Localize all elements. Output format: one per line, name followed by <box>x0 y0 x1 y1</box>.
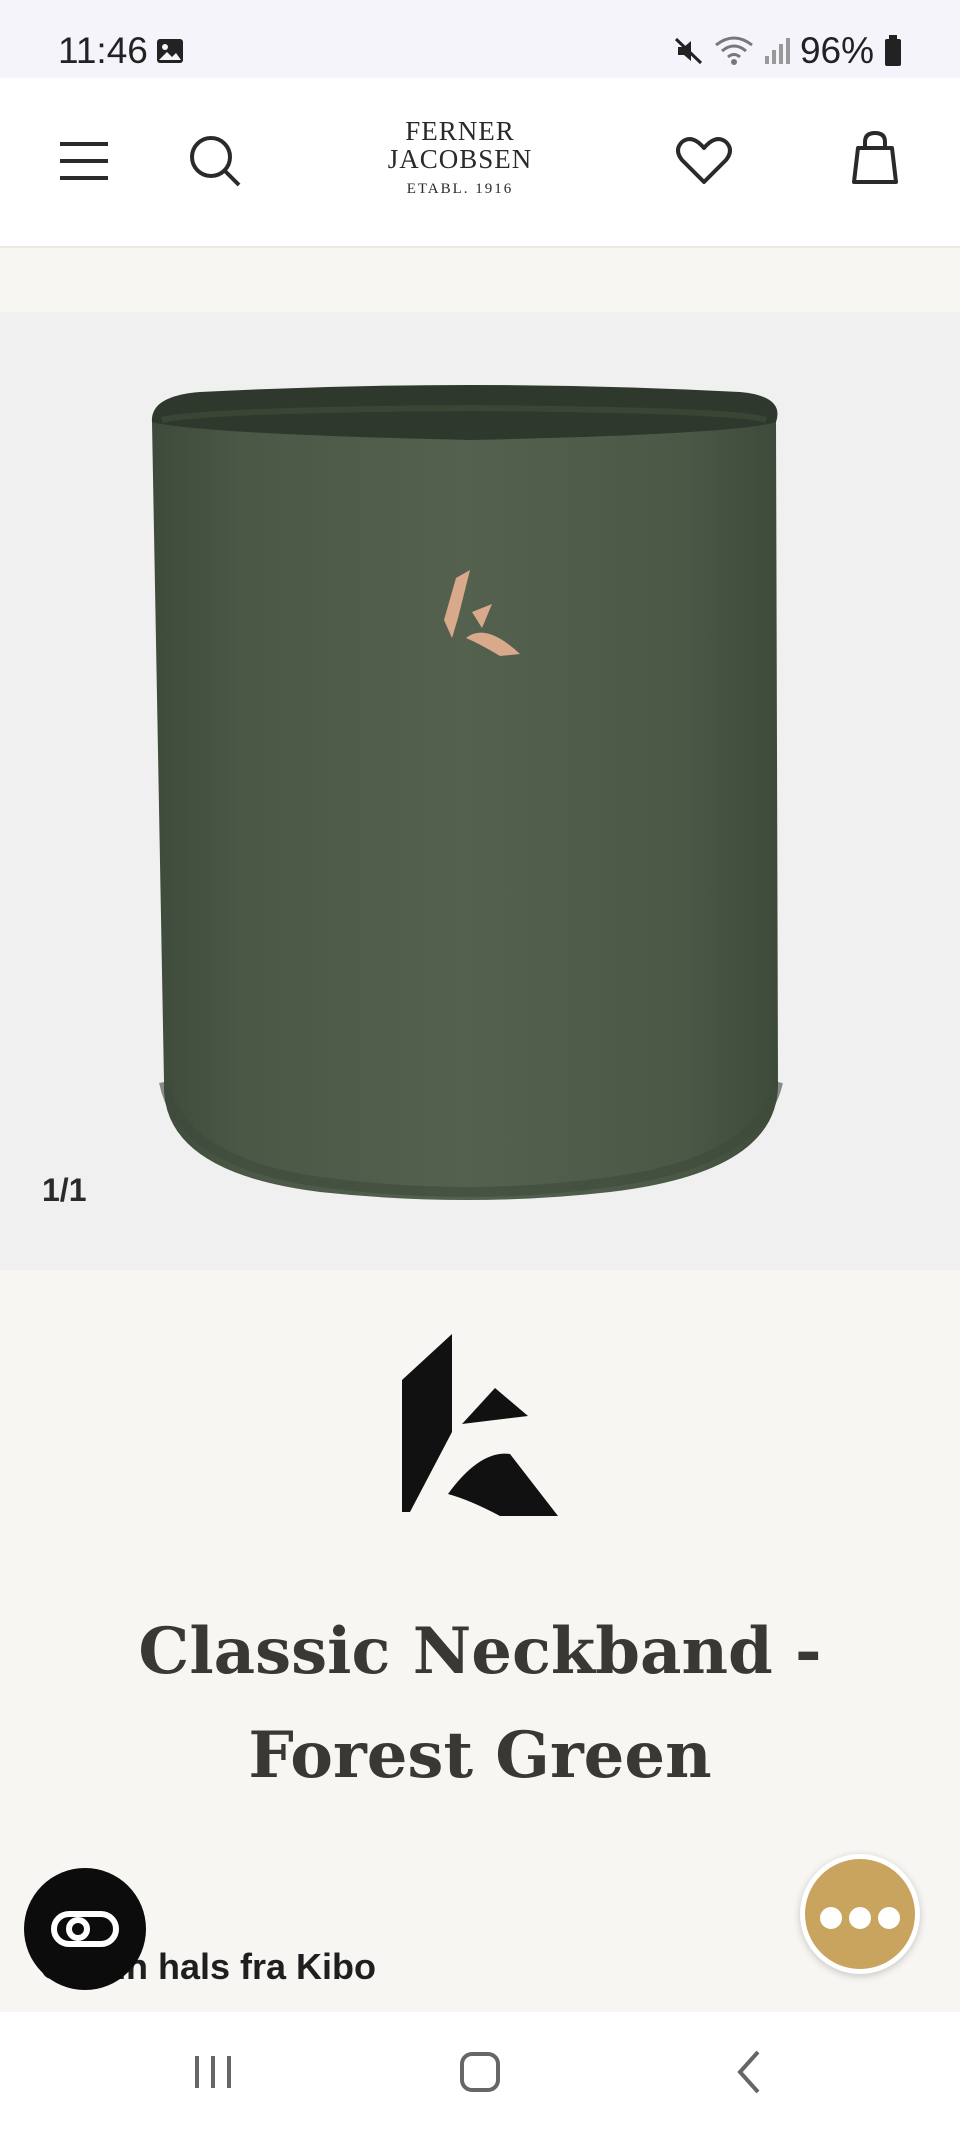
more-dot-icon <box>820 1907 842 1929</box>
promo-strip <box>0 248 960 312</box>
brand-logo-ferner-jacobsen[interactable]: FERNER JACOBSEN ETABL. 1916 <box>380 116 540 214</box>
product-title: Classic Neckband - Forest Green <box>138 1614 822 1793</box>
more-dot-icon <box>878 1907 900 1929</box>
battery-icon <box>885 35 901 66</box>
recent-apps-icon[interactable] <box>173 2042 253 2102</box>
menu-icon[interactable] <box>58 140 110 182</box>
kibo-brand-logo[interactable] <box>400 1332 560 1522</box>
more-dot-icon <box>849 1907 871 1929</box>
status-time: 11:46 <box>58 30 148 71</box>
site-header: FERNER JACOBSEN ETABL. 1916 <box>0 78 960 248</box>
battery-percent: 96% <box>799 30 874 71</box>
more-options-button[interactable] <box>800 1854 920 1974</box>
status-bar: 11:46 96% <box>0 0 960 78</box>
logo-line-3: ETABL. 1916 <box>406 181 514 197</box>
wifi-icon <box>715 36 753 65</box>
system-navigation-bar <box>0 2012 960 2133</box>
product-image-neckband[interactable] <box>140 382 800 1202</box>
logo-line-1: FERNER <box>405 116 515 146</box>
gallery-icon <box>157 39 183 63</box>
image-counter: 1/1 <box>42 1172 87 1208</box>
product-gallery[interactable]: 1/1 <box>0 312 960 1270</box>
bag-icon[interactable] <box>850 130 900 186</box>
mute-icon <box>674 37 702 65</box>
chat-icon <box>51 1911 119 1947</box>
logo-line-2: JACOBSEN <box>387 144 533 174</box>
signal-icon <box>764 38 790 64</box>
home-icon[interactable] <box>440 2042 520 2102</box>
heart-icon[interactable] <box>676 136 732 186</box>
chat-button[interactable] <box>24 1868 146 1990</box>
search-icon[interactable] <box>188 134 242 188</box>
back-icon[interactable] <box>710 2042 790 2102</box>
